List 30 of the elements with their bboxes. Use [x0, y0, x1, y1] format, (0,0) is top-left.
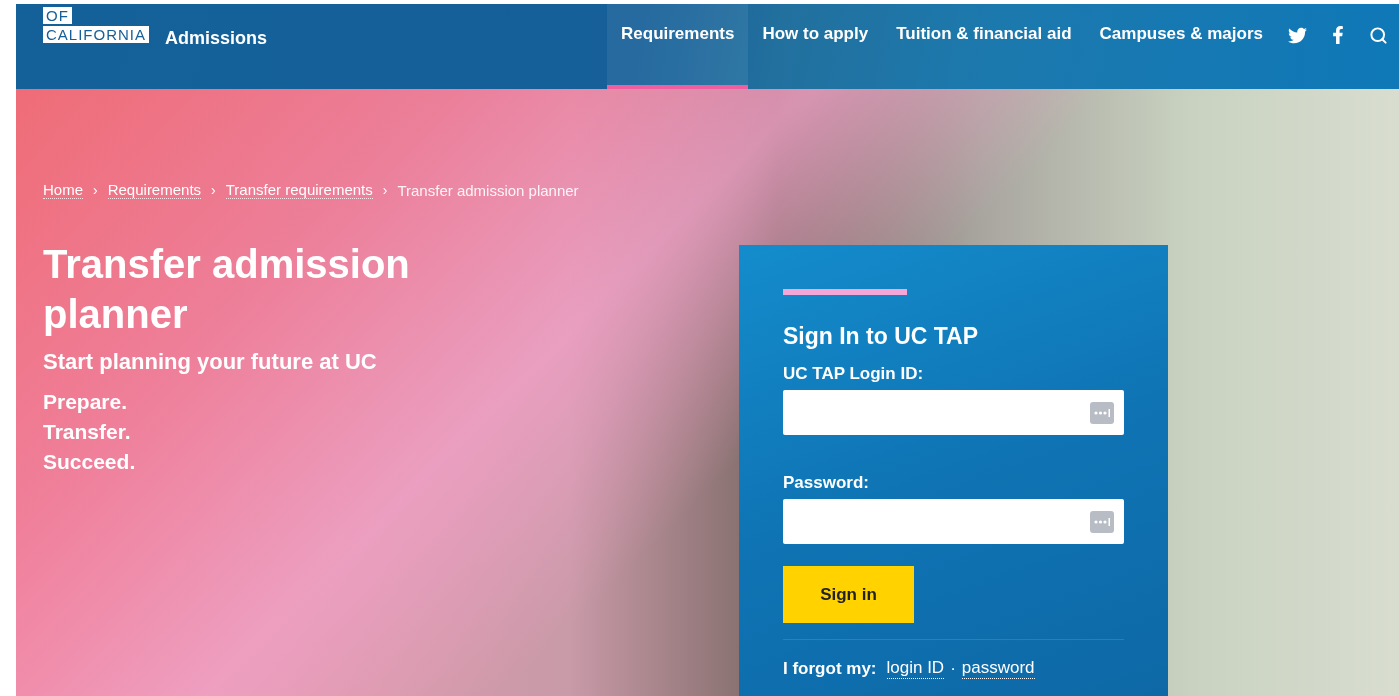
- nav-link[interactable]: Requirements: [607, 4, 749, 89]
- current-page-label: Transfer admission planner: [397, 181, 579, 199]
- forgot-link[interactable]: password: [961, 658, 1035, 679]
- tagline: Prepare.: [43, 389, 129, 415]
- tagline: Transfer.: [43, 419, 132, 445]
- nav-link[interactable]: How to apply: [748, 4, 883, 89]
- nav-link[interactable]: Campuses & majors: [1085, 4, 1277, 89]
- dots-icon[interactable]: [1090, 401, 1114, 424]
- site-title[interactable]: Admissions: [165, 28, 268, 49]
- input-field[interactable]: [783, 390, 1124, 435]
- input-field[interactable]: [783, 499, 1124, 544]
- page-subtitle: Start planning your future at UC: [43, 349, 378, 375]
- link-separator: ·: [950, 658, 956, 679]
- forgot-label: I forgot my:: [783, 658, 877, 679]
- tagline: Succeed.: [43, 449, 137, 475]
- breadcrumb-separator: ›: [382, 182, 388, 198]
- page-title: Transfer admission planner: [43, 241, 411, 338]
- breadcrumb-separator: ›: [211, 182, 216, 198]
- field-label: Password:: [783, 473, 870, 493]
- dots-icon[interactable]: [1090, 510, 1114, 533]
- breadcrumb-link[interactable]: Requirements: [107, 181, 202, 199]
- logo-text[interactable]: OF: [43, 7, 72, 24]
- forgot-link[interactable]: login ID: [886, 658, 945, 679]
- breadcrumb-separator: ›: [93, 182, 98, 198]
- breadcrumb-link[interactable]: Home: [43, 181, 83, 199]
- logo-text[interactable]: CALIFORNIA: [43, 26, 149, 43]
- login-title: Sign In to UC TAP: [783, 323, 980, 350]
- sign-in-button[interactable]: Sign in: [783, 566, 914, 623]
- nav-link[interactable]: Tuition & financial aid: [882, 4, 1086, 89]
- field-label: UC TAP Login ID:: [783, 364, 925, 384]
